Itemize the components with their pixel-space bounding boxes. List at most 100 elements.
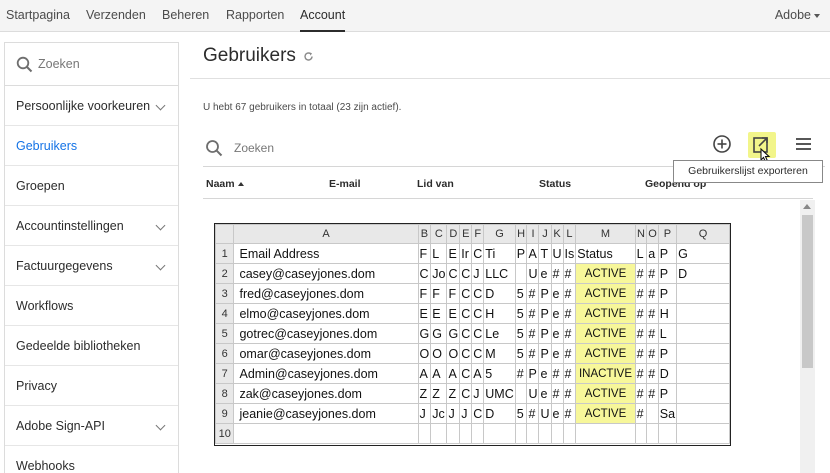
sidebar-item-privacy[interactable]: Privacy (5, 366, 178, 406)
spreadsheet-cell: # (634, 303, 648, 324)
spreadsheet-cell: C (459, 363, 473, 384)
sidebar-item-persoonlijke-voorkeuren[interactable]: Persoonlijke voorkeuren (5, 86, 178, 126)
spreadsheet-cell: P (526, 363, 540, 384)
spreadsheet-cell: J (471, 383, 485, 404)
spreadsheet-column-header: N (634, 224, 648, 244)
spreadsheet-cell: P (538, 343, 552, 364)
spreadsheet-cell: Le (483, 323, 516, 344)
spreadsheet-status-cell: ACTIVE (575, 343, 636, 364)
refresh-icon[interactable] (303, 51, 314, 62)
menu-icon[interactable] (795, 137, 812, 151)
tab-rapporten[interactable]: Rapporten (226, 0, 284, 32)
column-header-lid-van[interactable]: Lid van (417, 178, 454, 190)
spreadsheet-status-cell: ACTIVE (575, 283, 636, 304)
spreadsheet-cell: P (538, 323, 552, 344)
spreadsheet-cell (657, 423, 678, 444)
sidebar-item-label: Privacy (16, 379, 57, 393)
spreadsheet-cell: Jc (430, 403, 448, 424)
spreadsheet-cell: Z (430, 383, 448, 404)
spreadsheet-status-cell: ACTIVE (575, 403, 636, 424)
spreadsheet-cell (676, 323, 730, 344)
sidebar-item-label: Gedeelde bibliotheken (16, 339, 141, 353)
scroll-up-arrow-icon[interactable] (803, 204, 811, 209)
spreadsheet-cell: P (538, 303, 552, 324)
spreadsheet-cell: A (417, 363, 432, 384)
spreadsheet-row-number: 5 (215, 323, 235, 344)
chevron-down-icon (155, 420, 166, 431)
spreadsheet-column-header: C (430, 224, 448, 244)
sidebar-search[interactable]: Zoeken (5, 43, 178, 86)
spreadsheet-cell: G (676, 243, 730, 264)
sidebar-item-workflows[interactable]: Workflows (5, 286, 178, 326)
spreadsheet-cell (676, 423, 730, 444)
table-header-divider (203, 198, 813, 199)
spreadsheet-cell: C (459, 303, 473, 324)
spreadsheet-row-number: 9 (215, 403, 235, 424)
spreadsheet-column-header: F (471, 224, 485, 244)
spreadsheet-cell: # (634, 323, 648, 344)
spreadsheet-corner (215, 224, 235, 244)
column-header-status[interactable]: Status (539, 178, 571, 190)
column-header-label: Naam (206, 178, 235, 190)
spreadsheet-cell: P (538, 283, 552, 304)
spreadsheet-cell: H (657, 303, 678, 324)
spreadsheet-column-header: I (526, 224, 540, 244)
spreadsheet-row-number: 8 (215, 383, 235, 404)
spreadsheet-cell (483, 423, 516, 444)
sidebar-item-accountinstellingen[interactable]: Accountinstellingen (5, 206, 178, 246)
tab-startpagina[interactable]: Startpagina (6, 0, 70, 32)
spreadsheet-cell: C (459, 383, 473, 404)
spreadsheet-cell (676, 343, 730, 364)
spreadsheet-cell: D (483, 283, 516, 304)
sidebar-item-gedeelde-bibliotheken[interactable]: Gedeelde bibliotheken (5, 326, 178, 366)
spreadsheet-cell: C (446, 263, 461, 284)
user-search-input[interactable]: Zoeken (234, 141, 274, 155)
spreadsheet-cell: Z (417, 383, 432, 404)
spreadsheet-cell: 5 (514, 323, 528, 344)
search-icon (16, 56, 33, 73)
add-user-icon[interactable] (712, 134, 732, 154)
spreadsheet-cell: e (550, 303, 564, 324)
spreadsheet-cell: D (676, 263, 730, 284)
spreadsheet-cell: G (417, 323, 432, 344)
tab-account[interactable]: Account (300, 0, 346, 32)
spreadsheet-cell (446, 423, 461, 444)
spreadsheet-cell: Z (446, 383, 461, 404)
spreadsheet-row-number: 10 (215, 423, 235, 444)
spreadsheet-status-cell: Status (575, 243, 636, 264)
export-tooltip: Gebruikerslijst exporteren (673, 160, 823, 183)
spreadsheet-cell: Sa (657, 403, 678, 424)
spreadsheet-cell (514, 263, 528, 284)
spreadsheet-column-header: M (575, 224, 636, 244)
spreadsheet-cell: 5 (514, 403, 528, 424)
spreadsheet-cell: Is (562, 243, 577, 264)
sidebar-item-groepen[interactable]: Groepen (5, 166, 178, 206)
spreadsheet-row-number: 2 (215, 263, 235, 284)
spreadsheet-status-cell: INACTIVE (575, 363, 636, 384)
sidebar-item-webhooks[interactable]: Webhooks (5, 446, 178, 473)
spreadsheet-cell: # (514, 363, 528, 384)
sidebar-item-adobe-sign-api[interactable]: Adobe Sign-API (5, 406, 178, 446)
spreadsheet-cell: F (417, 243, 432, 264)
account-menu[interactable]: Adobe (775, 0, 820, 32)
column-header-email[interactable]: E-mail (329, 178, 361, 190)
sidebar-item-factuurgegevens[interactable]: Factuurgegevens (5, 246, 178, 286)
tab-beheren[interactable]: Beheren (162, 0, 209, 32)
spreadsheet-cell: C (471, 343, 485, 364)
spreadsheet-cell (459, 423, 473, 444)
spreadsheet-column-header: A (233, 224, 419, 244)
spreadsheet-cell: C (471, 323, 485, 344)
account-menu-label: Adobe (774, 8, 811, 22)
spreadsheet-cell: # (634, 283, 648, 304)
spreadsheet-cell: 5 (514, 303, 528, 324)
spreadsheet-cell: C (459, 283, 473, 304)
scrollbar-thumb[interactable] (802, 215, 813, 368)
spreadsheet-row-number: 3 (215, 283, 235, 304)
sidebar-search-placeholder: Zoeken (38, 57, 80, 71)
column-header-naam[interactable]: Naam (206, 178, 244, 190)
tab-verzenden[interactable]: Verzenden (86, 0, 146, 32)
spreadsheet-row: 1 Email Address F L E Ir C Ti P A T U Is Status La P G (215, 243, 730, 264)
spreadsheet-cell: G (430, 323, 448, 344)
sidebar-item-gebruikers[interactable]: Gebruikers (5, 126, 178, 166)
spreadsheet-cell: C (471, 243, 485, 264)
